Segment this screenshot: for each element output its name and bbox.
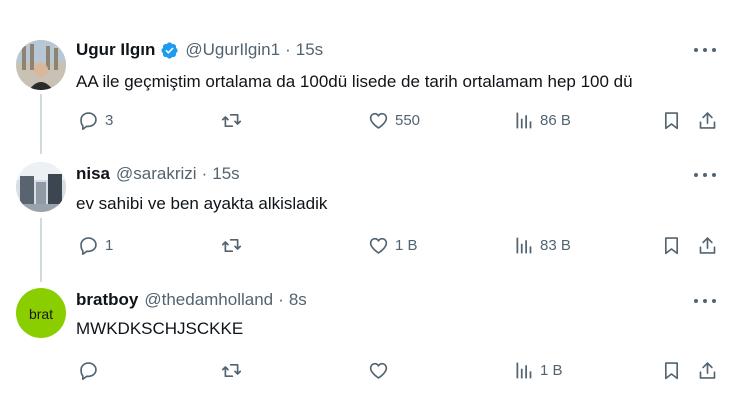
heart-icon	[369, 362, 388, 379]
share-icon	[699, 361, 716, 379]
tweet-text: MWKDKSCHJSCKKE	[76, 319, 244, 338]
reply-icon	[80, 361, 97, 380]
timestamp[interactable]: 8s	[289, 290, 307, 310]
bookmark-button[interactable]	[661, 358, 682, 382]
avatar-text: brat	[29, 306, 53, 322]
action-bar: 1 B	[0, 358, 730, 382]
views-button[interactable]: 1 B	[513, 358, 563, 382]
display-name[interactable]: bratboy	[76, 290, 138, 310]
bookmark-icon	[664, 361, 679, 379]
tweet-header: bratboy @thedamholland · 8s	[76, 290, 307, 310]
reply-button[interactable]	[78, 358, 105, 382]
repost-icon	[221, 363, 242, 377]
user-handle[interactable]: @thedamholland	[144, 290, 273, 310]
tweet[interactable]: brat bratboy @thedamholland · 8s MWKDKSC…	[0, 0, 730, 420]
separator: ·	[278, 290, 284, 309]
repost-button[interactable]	[221, 358, 248, 382]
views-icon	[516, 362, 532, 378]
more-options-icon[interactable]	[694, 291, 716, 311]
share-button[interactable]	[697, 358, 718, 382]
view-count: 1 B	[540, 361, 563, 379]
like-button[interactable]	[368, 358, 395, 382]
avatar[interactable]: brat	[16, 288, 66, 338]
